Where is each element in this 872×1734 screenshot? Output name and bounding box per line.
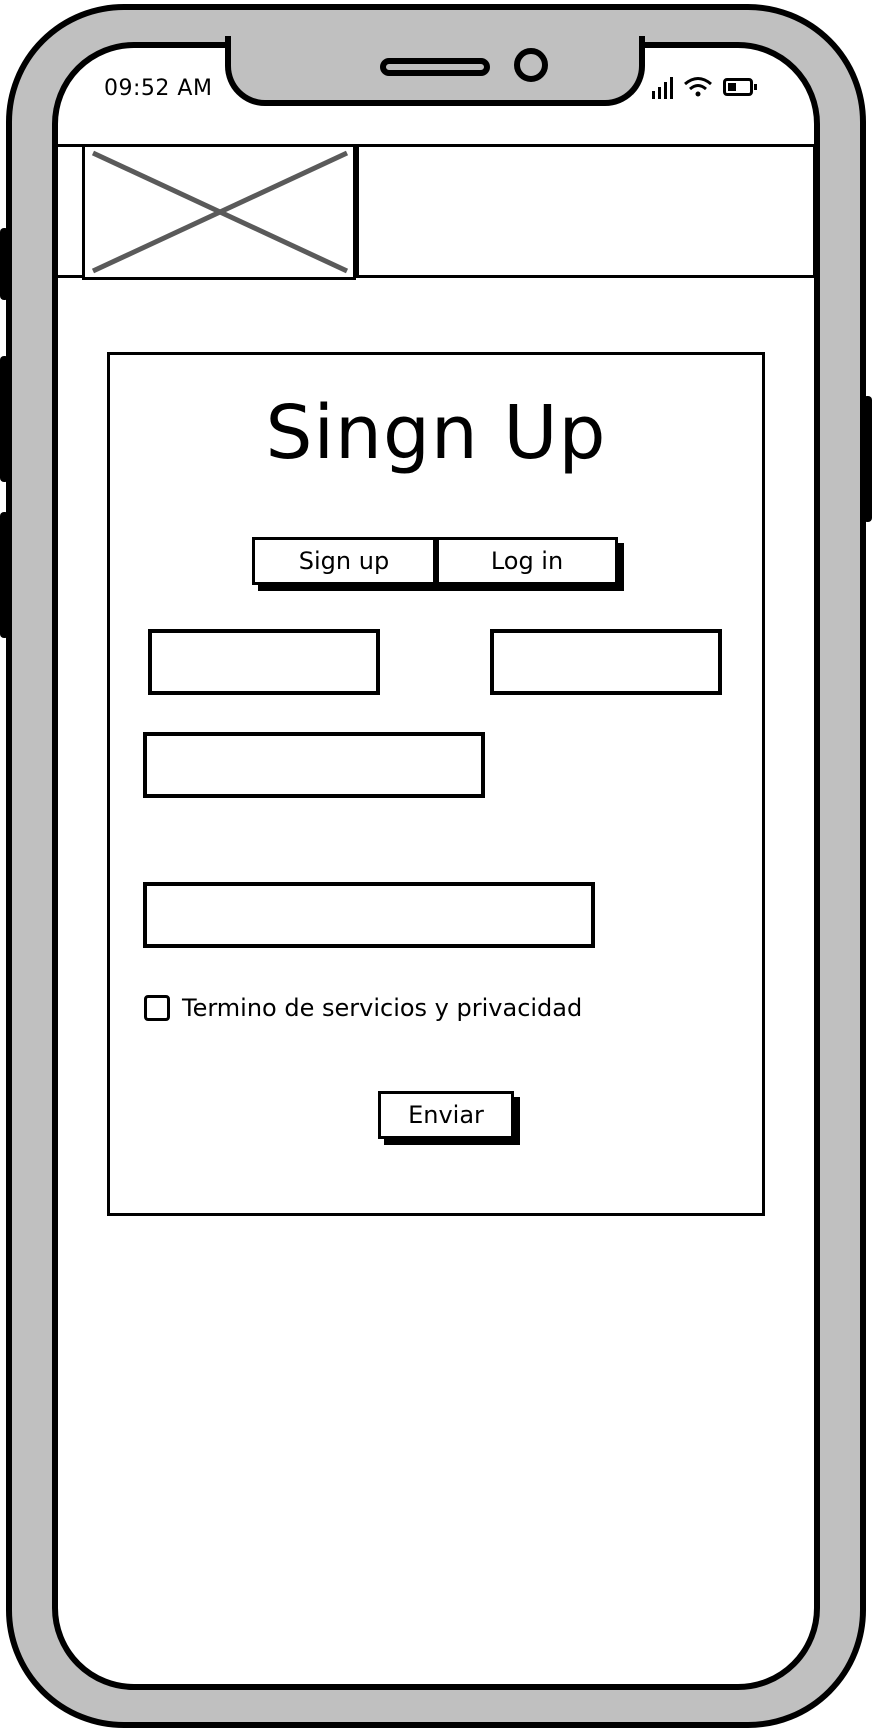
- first-name-field[interactable]: [148, 629, 380, 695]
- terms-checkbox[interactable]: [144, 995, 170, 1021]
- volume-up-button: [0, 228, 9, 300]
- submit-button[interactable]: Enviar: [378, 1091, 514, 1139]
- page-title: Singn Up: [265, 390, 607, 476]
- image-placeholder-icon: [82, 144, 356, 280]
- camera-icon: [514, 48, 548, 82]
- volume-down-button: [0, 356, 9, 482]
- terms-row: Termino de servicios y privacidad: [144, 994, 582, 1022]
- power-button: [863, 396, 872, 522]
- email-field[interactable]: [143, 732, 485, 798]
- status-time: 09:52 AM: [104, 76, 213, 101]
- terms-label: Termino de servicios y privacidad: [182, 994, 583, 1022]
- header-right-panel: [356, 144, 816, 278]
- mute-switch: [0, 512, 9, 638]
- signal-icon: [652, 75, 673, 99]
- tab-sign-up[interactable]: Sign up: [252, 537, 436, 585]
- status-icons: [652, 72, 757, 102]
- wifi-icon: [684, 77, 712, 97]
- tab-log-in[interactable]: Log in: [436, 537, 618, 585]
- password-field[interactable]: [143, 882, 595, 948]
- battery-icon: [723, 78, 757, 96]
- last-name-field[interactable]: [490, 629, 722, 695]
- speaker-icon: [380, 58, 490, 76]
